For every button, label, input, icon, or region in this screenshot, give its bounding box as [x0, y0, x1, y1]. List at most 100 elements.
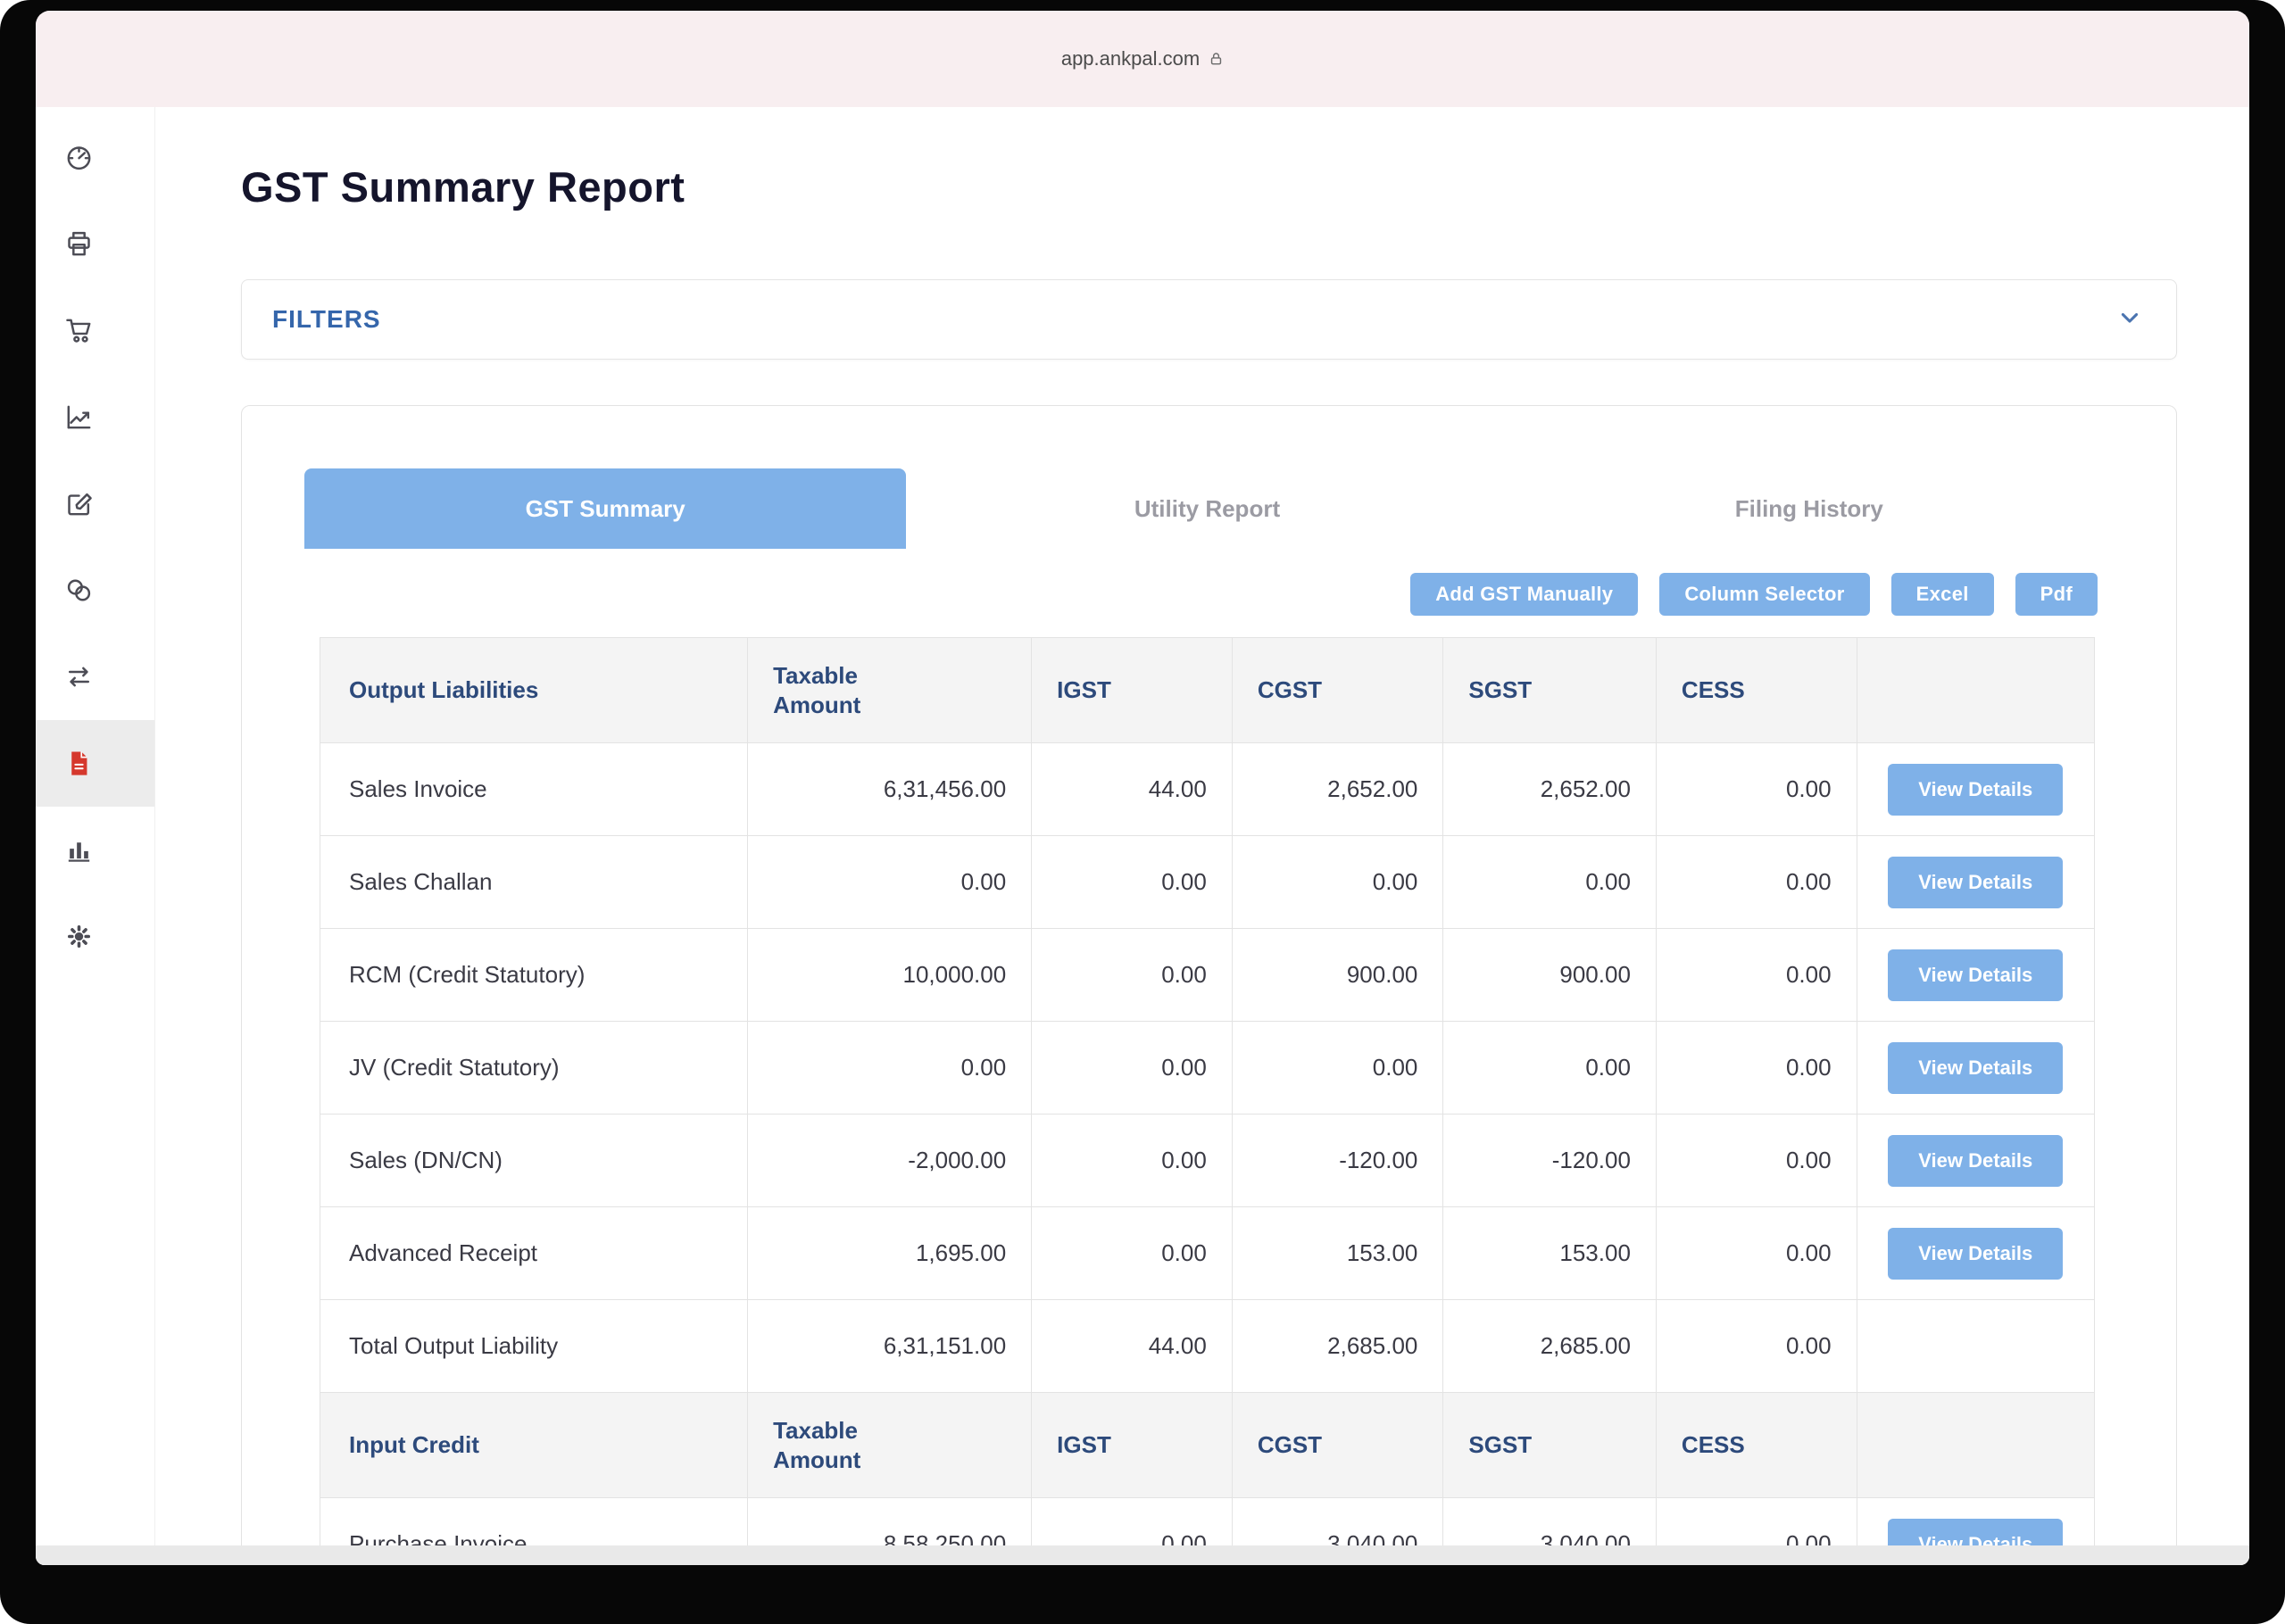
actions-cell: View Details [1857, 836, 2094, 929]
sidebar-item-transactions[interactable] [36, 634, 154, 720]
value-cell: 0.00 [1656, 743, 1857, 836]
browser-viewport: app.ankpal.com [36, 11, 2249, 1565]
excel-button[interactable]: Excel [1891, 573, 1994, 616]
value-cell: -120.00 [1443, 1114, 1657, 1207]
value-cell: 10,000.00 [748, 929, 1032, 1022]
value-cell: 6,31,151.00 [748, 1300, 1032, 1393]
table-row-jv-credit-statutory: JV (Credit Statutory)0.000.000.000.000.0… [320, 1022, 2095, 1114]
swap-arrows-icon [64, 662, 94, 692]
browser-url: app.ankpal.com [1061, 47, 1200, 70]
main-content: GST Summary Report FILTERS GST SummaryUt… [155, 107, 2249, 1565]
column-header-cess: CESS [1656, 1393, 1857, 1498]
column-header-cgst: CGST [1232, 1393, 1443, 1498]
edit-icon [64, 489, 94, 518]
column-header-actions [1857, 1393, 2094, 1498]
actions-cell: View Details [1857, 929, 2094, 1022]
value-cell: 0.00 [1656, 1114, 1857, 1207]
actions-cell: View Details [1857, 1022, 2094, 1114]
sidebar-item-purchases[interactable] [36, 287, 154, 374]
page-title: GST Summary Report [241, 162, 685, 211]
tab-utility-report[interactable]: Utility Report [906, 468, 1508, 549]
row-label-cell: Sales Invoice [320, 743, 748, 836]
view-details-button[interactable]: View Details [1888, 1042, 2063, 1094]
table-row-sales-invoice: Sales Invoice6,31,456.0044.002,652.002,6… [320, 743, 2095, 836]
sidebar-item-sales[interactable] [36, 374, 154, 460]
value-cell: 44.00 [1032, 743, 1233, 836]
chevron-down-icon[interactable] [2117, 305, 2142, 335]
row-label-cell: Total Output Liability [320, 1300, 748, 1393]
value-cell: 153.00 [1443, 1207, 1657, 1300]
column-header-cgst: CGST [1232, 638, 1443, 743]
view-details-button[interactable]: View Details [1888, 857, 2063, 908]
filters-label: FILTERS [272, 305, 381, 334]
column-header-sgst: SGST [1443, 638, 1657, 743]
column-header-sgst: SGST [1443, 1393, 1657, 1498]
sidebar-item-dashboard[interactable] [36, 114, 154, 201]
table-toolbar: Add GST Manually Column Selector Excel Pdf [1410, 573, 2098, 616]
row-label-cell: Sales (DN/CN) [320, 1114, 748, 1207]
value-cell: 0.00 [1443, 1022, 1657, 1114]
value-cell: 6,31,456.00 [748, 743, 1032, 836]
view-details-button[interactable]: View Details [1888, 1135, 2063, 1187]
table-row-sales-challan: Sales Challan0.000.000.000.000.00View De… [320, 836, 2095, 929]
sidebar-nav [36, 107, 155, 1565]
actions-cell: View Details [1857, 1207, 2094, 1300]
value-cell: 0.00 [1032, 1114, 1233, 1207]
value-cell: 0.00 [1656, 836, 1857, 929]
value-cell: 0.00 [1032, 836, 1233, 929]
section-header-output-liabilities: Output LiabilitiesTaxable AmountIGSTCGST… [320, 638, 2095, 743]
browser-url-bar[interactable]: app.ankpal.com [36, 11, 2249, 108]
value-cell: 0.00 [1443, 836, 1657, 929]
tab-filing-history[interactable]: Filing History [1508, 468, 2110, 549]
filters-panel[interactable]: FILTERS [241, 279, 2177, 360]
actions-cell: View Details [1857, 743, 2094, 836]
view-details-button[interactable]: View Details [1888, 949, 2063, 1001]
value-cell: 2,652.00 [1443, 743, 1657, 836]
value-cell: 0.00 [1032, 1022, 1233, 1114]
coins-icon [64, 576, 94, 605]
sidebar-item-accounts[interactable] [36, 547, 154, 634]
section-header-input-credit: Input CreditTaxable AmountIGSTCGSTSGSTCE… [320, 1393, 2095, 1498]
column-header-igst: IGST [1032, 1393, 1233, 1498]
value-cell: 0.00 [1656, 1207, 1857, 1300]
view-details-button[interactable]: View Details [1888, 1228, 2063, 1280]
value-cell: 0.00 [1232, 1022, 1443, 1114]
report-card: GST SummaryUtility ReportFiling History … [241, 405, 2177, 1565]
settings-gear-icon [64, 922, 94, 951]
row-label-cell: JV (Credit Statutory) [320, 1022, 748, 1114]
sidebar-item-journal[interactable] [36, 460, 154, 547]
value-cell: -120.00 [1232, 1114, 1443, 1207]
pdf-button[interactable]: Pdf [2015, 573, 2098, 616]
sidebar-item-print[interactable] [36, 201, 154, 287]
table-row-sales-dn-cn: Sales (DN/CN)-2,000.000.00-120.00-120.00… [320, 1114, 2095, 1207]
sidebar-item-reports[interactable] [36, 720, 154, 807]
bar-chart-icon [64, 835, 94, 865]
sidebar-item-settings[interactable] [36, 893, 154, 980]
report-file-icon [64, 749, 94, 778]
value-cell: 0.00 [1232, 836, 1443, 929]
value-cell: 0.00 [1032, 929, 1233, 1022]
section-title-cell: Input Credit [320, 1393, 748, 1498]
add-gst-manually-button[interactable]: Add GST Manually [1410, 573, 1638, 616]
value-cell: 2,685.00 [1443, 1300, 1657, 1393]
actions-cell [1857, 1300, 2094, 1393]
tab-gst-summary[interactable]: GST Summary [304, 468, 906, 549]
app-window: app.ankpal.com [0, 0, 2285, 1624]
value-cell: 900.00 [1232, 929, 1443, 1022]
sidebar-item-analytics[interactable] [36, 807, 154, 893]
value-cell: 2,685.00 [1232, 1300, 1443, 1393]
value-cell: -2,000.00 [748, 1114, 1032, 1207]
bottom-strip [36, 1545, 2249, 1565]
value-cell: 0.00 [1656, 1022, 1857, 1114]
table-row-total-output-liability: Total Output Liability6,31,151.0044.002,… [320, 1300, 2095, 1393]
dashboard-icon [64, 143, 94, 172]
view-details-button[interactable]: View Details [1888, 764, 2063, 816]
tabs: GST SummaryUtility ReportFiling History [304, 468, 2110, 549]
column-selector-button[interactable]: Column Selector [1659, 573, 1869, 616]
gst-table-body: Output LiabilitiesTaxable AmountIGSTCGST… [320, 638, 2095, 1566]
column-header-actions [1857, 638, 2094, 743]
value-cell: 0.00 [1656, 1300, 1857, 1393]
value-cell: 900.00 [1443, 929, 1657, 1022]
row-label-cell: RCM (Credit Statutory) [320, 929, 748, 1022]
value-cell: 1,695.00 [748, 1207, 1032, 1300]
